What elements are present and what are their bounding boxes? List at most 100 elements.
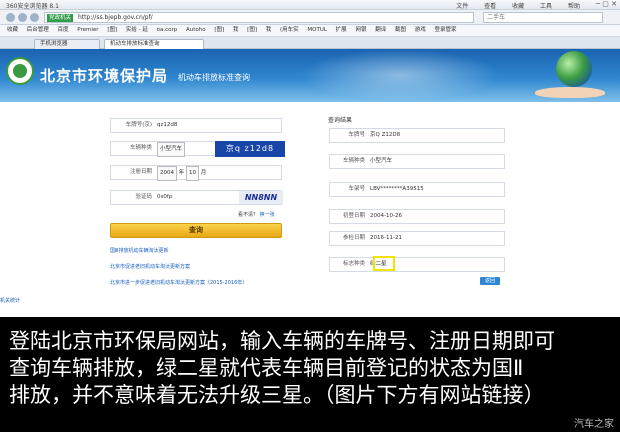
- captcha-refresh: 看不清？ 换一张: [238, 211, 275, 218]
- result-row: 初登日期 2004-10-26: [329, 209, 505, 224]
- refresh-prompt: 看不清？: [238, 212, 259, 218]
- vehicle-type-label: 车辆种类: [129, 145, 152, 151]
- plate-row: 车牌号(京) qz12d8: [110, 118, 282, 133]
- plate-preview: 京q z12d8: [215, 141, 285, 157]
- bookmark-item[interactable]: 后台管理: [27, 27, 49, 33]
- bookmark-item[interactable]: Premier: [77, 27, 98, 33]
- bookmarks-bar: 收藏 后台管理 百度 Premier [图] 实给 - 延 oa.corp Au…: [0, 25, 620, 37]
- tab-emission-query[interactable]: 机动车排放标准查询: [104, 39, 204, 49]
- menu-tools[interactable]: 工具: [540, 3, 552, 10]
- bookmark-item[interactable]: oa.corp: [157, 27, 178, 33]
- bookmark-item[interactable]: MOTUL: [307, 27, 327, 33]
- result-row: 车牌号 京Q Z12D8: [329, 128, 505, 143]
- bookmark-item[interactable]: 游戏: [415, 27, 426, 33]
- bookmark-item[interactable]: 扩展: [336, 27, 347, 33]
- policy-link[interactable]: 北京市进一步促进老旧机动车淘汰更新方案（2015-2016年）: [110, 279, 247, 286]
- result-label: 车牌号: [348, 132, 365, 138]
- captcha-label: 验证码: [135, 194, 152, 200]
- captcha-row: 验证码 0s0fp NN8NN: [110, 190, 283, 205]
- result-title: 查询结果: [328, 117, 353, 124]
- reg-month-select[interactable]: 10: [186, 166, 200, 181]
- vehicle-type-row: 车辆种类 小型汽车 京q z12d8: [110, 141, 285, 157]
- back-icon[interactable]: [6, 13, 15, 22]
- site-title: 机动车排放标准查询: [178, 73, 250, 82]
- plate-label: 车牌号(京): [125, 122, 152, 128]
- bookmark-item[interactable]: [图]: [214, 27, 224, 33]
- menu-view[interactable]: 查看: [484, 3, 496, 10]
- reg-year-select[interactable]: 2004: [157, 166, 177, 181]
- result-row: 车辆种类 小型汽车: [329, 154, 505, 169]
- bookmark-item[interactable]: 网银: [355, 27, 366, 33]
- back-button[interactable]: 返回: [480, 277, 500, 285]
- bookmark-item[interactable]: 我: [233, 27, 239, 33]
- menu-file[interactable]: 文件: [456, 3, 468, 10]
- refresh-icon[interactable]: [30, 13, 39, 22]
- site-banner: 北京市环境保护局 机动车排放标准查询: [0, 49, 620, 102]
- result-label: 初登日期: [342, 213, 365, 219]
- bookmark-item[interactable]: 我: [266, 27, 272, 33]
- browser-menu-bar: 文件 查看 收藏 工具 帮助: [442, 1, 580, 10]
- captcha-input[interactable]: 0s0fp: [157, 191, 172, 204]
- hand-image: [535, 87, 605, 98]
- year-unit: 年: [178, 170, 185, 176]
- bookmark-item[interactable]: [图]: [247, 27, 257, 33]
- result-value: 2016-11-21: [370, 235, 402, 241]
- policy-link[interactable]: 北京市促进老旧机动车淘汰更新方案: [110, 263, 190, 270]
- bureau-name: 北京市环境保护局: [40, 67, 169, 85]
- result-label: 车架号: [348, 186, 365, 192]
- vehicle-type-select[interactable]: 小型汽车: [157, 142, 186, 157]
- reg-date-row: 注册日期 2004 年 10 月: [110, 165, 282, 181]
- caption-panel: 登陆北京市环保局网站，输入车辆的车牌号、注册日期即可 查询车辆排放，绿二星就代表…: [0, 317, 620, 432]
- highlight-box: [373, 256, 395, 271]
- result-row: 参检日期 2016-11-21: [329, 231, 505, 246]
- caption-line: 排放，并不意味着无法升级三星。（图片下方有网站链接）: [9, 383, 545, 407]
- caption-line: 查询车辆排放，绿二星就代表车辆目前登记的状态为国Ⅱ: [9, 356, 524, 380]
- policy-link[interactable]: 国Ⅲ排放机动车辆淘汰更新: [110, 247, 168, 254]
- bookmark-item[interactable]: (用车实: [280, 27, 299, 33]
- month-unit: 月: [200, 170, 207, 176]
- bookmark-item[interactable]: 收藏: [7, 27, 18, 33]
- result-value: LBV********A39515: [370, 186, 424, 192]
- bookmark-item[interactable]: 实给 - 延: [126, 27, 148, 33]
- captcha-image[interactable]: NN8NN: [239, 191, 283, 204]
- globe-icon: [556, 51, 592, 87]
- banner-glow: [300, 49, 500, 102]
- browser-title: 360安全浏览器 8.1: [6, 3, 59, 10]
- bookmark-item[interactable]: 截图: [395, 27, 406, 33]
- result-value: 小型汽车: [370, 158, 393, 164]
- result-row: 车架号 LBV********A39515: [329, 182, 505, 197]
- menu-help[interactable]: 帮助: [568, 3, 580, 10]
- refresh-link[interactable]: 换一张: [260, 212, 275, 218]
- result-label: 车辆种类: [342, 158, 365, 164]
- result-value: 2004-10-26: [370, 213, 402, 219]
- search-input[interactable]: 二手车: [483, 12, 603, 23]
- bookmark-item[interactable]: Autoho: [186, 27, 206, 33]
- menu-favorites[interactable]: 收藏: [512, 3, 524, 10]
- site-badge: 党政机关: [47, 14, 74, 22]
- result-value: 京Q Z12D8: [370, 132, 401, 138]
- result-label: 参检日期: [342, 235, 365, 241]
- plate-input[interactable]: qz12d8: [157, 119, 177, 132]
- url-input[interactable]: 党政机关 http://ss.bjepb.gov.cn/pf/: [44, 12, 474, 23]
- reg-date-inputs: 2004 年 10 月: [157, 166, 207, 181]
- forward-icon[interactable]: [18, 13, 27, 22]
- browser-titlebar: 360安全浏览器 8.1 文件 查看 收藏 工具 帮助 ─ ▢ ✕: [0, 0, 620, 10]
- query-button[interactable]: 查询: [110, 223, 282, 238]
- address-bar: 党政机关 http://ss.bjepb.gov.cn/pf/ 二手车: [0, 10, 620, 25]
- page-content: 车牌号(京) qz12d8 车辆种类 小型汽车 京q z12d8 注册日期 20…: [0, 102, 620, 317]
- window-controls[interactable]: ─ ▢ ✕: [596, 0, 617, 8]
- reg-date-label: 注册日期: [129, 169, 152, 175]
- emblem-icon: [6, 57, 34, 85]
- url-text: http://ss.bjepb.gov.cn/pf/: [77, 14, 153, 21]
- tab-mobile-browser[interactable]: 手机浏览器: [34, 39, 100, 49]
- bookmark-item[interactable]: 百度: [58, 27, 69, 33]
- bookmark-item[interactable]: [图]: [107, 27, 117, 33]
- left-edge-link[interactable]: 机关统计: [0, 297, 20, 304]
- watermark: 汽车之家: [574, 419, 614, 430]
- tab-bar: 手机浏览器 机动车排放标准查询: [0, 37, 620, 49]
- bookmark-item[interactable]: 翻译: [375, 27, 386, 33]
- caption-line: 登陆北京市环保局网站，输入车辆的车牌号、注册日期即可: [9, 329, 555, 353]
- bookmark-item[interactable]: 登录管家: [435, 27, 457, 33]
- result-panel: 查询结果 车牌号 京Q Z12D8 车辆种类 小型汽车 车架号 LBV*****…: [323, 112, 511, 287]
- result-row: 标志种类 绿二星: [329, 256, 505, 272]
